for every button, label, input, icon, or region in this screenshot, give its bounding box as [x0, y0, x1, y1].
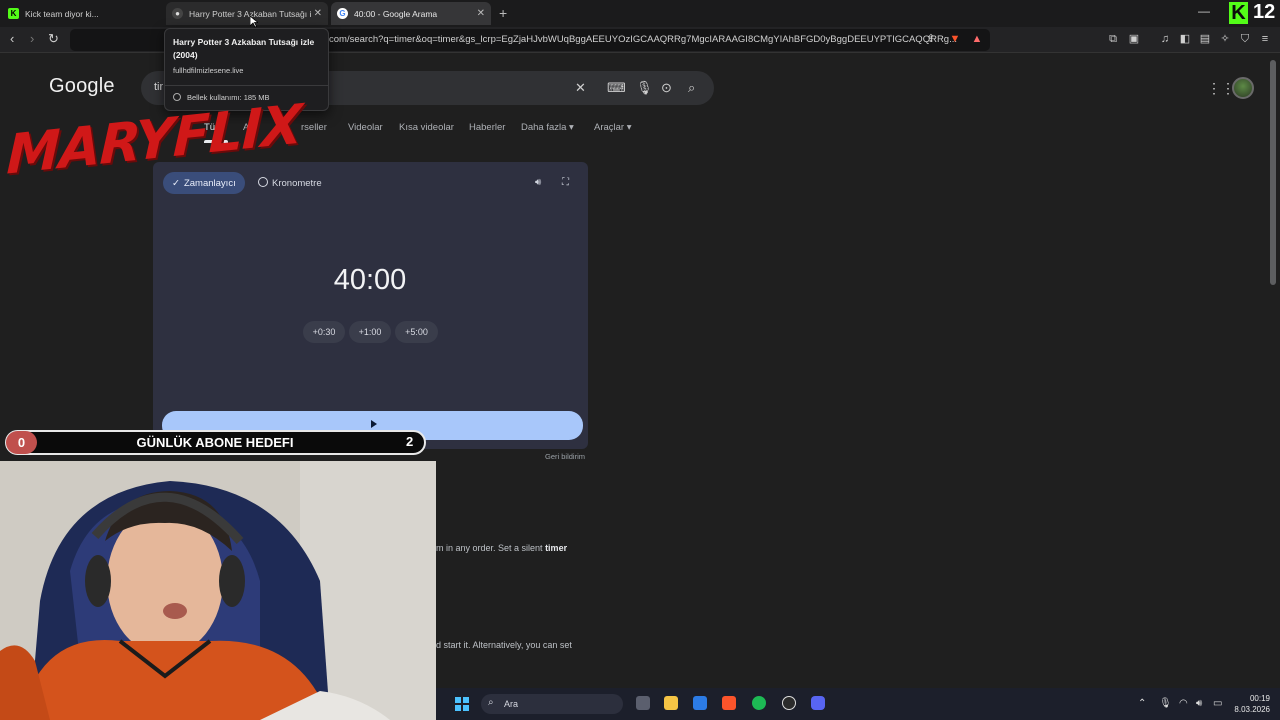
url-text: com/search?q=timer&oq=timer&gs_lcrp=EgZj…: [329, 34, 958, 45]
clock-date: 8.03.2026: [1234, 705, 1270, 714]
tab-google-search[interactable]: G 40:00 - Google Arama ✕: [331, 2, 491, 25]
tab-harry-potter[interactable]: ● Harry Potter 3 Azkaban Tutsağı i ✕: [166, 2, 328, 25]
clock-time: 00:19: [1249, 694, 1270, 703]
battery-icon[interactable]: ▭: [1213, 698, 1222, 709]
avatar[interactable]: [1232, 77, 1254, 99]
goal-label: GÜNLÜK ABONE HEDEFI: [136, 435, 294, 450]
back-icon[interactable]: ‹: [10, 31, 14, 46]
new-tab-button[interactable]: +: [499, 5, 507, 21]
add-5m-button[interactable]: +5:00: [395, 321, 438, 343]
stopwatch-mode-button[interactable]: Kronometre: [258, 177, 322, 189]
forward-icon[interactable]: ›: [30, 31, 34, 46]
task-view-icon[interactable]: [636, 696, 650, 710]
tab-kick[interactable]: K Kick team diyor ki...: [2, 2, 165, 25]
check-icon: ✓: [172, 177, 180, 189]
music-icon[interactable]: ♫: [1159, 33, 1171, 45]
tab-more-label: Daha fazla: [521, 122, 567, 133]
microphone-tray-icon[interactable]: 🎙︎: [1159, 698, 1172, 709]
clock-icon: [258, 177, 268, 187]
hover-card-host: fullhdfilmizlesene.live: [173, 66, 244, 75]
fullscreen-icon[interactable]: ⛶: [562, 177, 569, 188]
reload-icon[interactable]: ↻: [48, 31, 59, 47]
snippet-bold: timer: [545, 543, 568, 553]
search-icon[interactable]: ⌕: [688, 80, 695, 96]
film-favicon-icon: ●: [172, 8, 183, 19]
play-icon: [371, 420, 377, 428]
memory-icon: [173, 93, 181, 101]
result-snippet: m in any order. Set a silent timer: [436, 543, 567, 553]
minimize-icon[interactable]: —: [1198, 4, 1210, 18]
search-query: tir: [154, 81, 164, 93]
kick-favicon-icon: K: [8, 8, 19, 19]
streamer-video-frame: [0, 461, 436, 720]
tab-tools[interactable]: Araçlar ▾: [594, 122, 632, 133]
stopwatch-mode-label: Kronometre: [272, 178, 322, 189]
vpn-icon[interactable]: ⛉: [1239, 33, 1251, 45]
wifi-icon[interactable]: ◠: [1179, 698, 1188, 709]
goal-target: 2: [406, 434, 414, 449]
leo-ai-icon[interactable]: ✧: [1219, 33, 1231, 45]
menu-icon[interactable]: ≡: [1259, 33, 1271, 45]
google-logo[interactable]: Google: [49, 75, 115, 98]
outlook-icon[interactable]: [693, 696, 707, 710]
brave-shields-icon[interactable]: ▼: [949, 33, 961, 45]
kick-logo-icon: K: [1229, 2, 1248, 24]
add-1m-button[interactable]: +1:00: [349, 321, 391, 343]
screenshot-icon[interactable]: ▣: [1128, 33, 1140, 45]
volume-tray-icon[interactable]: 🔊︎: [1196, 698, 1202, 709]
close-tab-icon[interactable]: ✕: [477, 8, 485, 19]
taskbar-search-label: Ara: [504, 699, 519, 709]
tab-title: 40:00 - Google Arama: [354, 8, 438, 19]
divider: [165, 85, 328, 86]
taskbar-clock[interactable]: 00:19 8.03.2026: [1224, 693, 1270, 715]
lens-icon[interactable]: ⊙: [661, 80, 672, 96]
tab-images[interactable]: rseller: [301, 122, 327, 133]
sidebar-icon[interactable]: ◧: [1179, 33, 1191, 45]
timer-widget: [153, 162, 588, 449]
timer-display[interactable]: 40:00: [300, 264, 440, 297]
clear-icon[interactable]: ✕: [575, 80, 586, 96]
snippet-text: m in any order. Set a silent: [436, 543, 546, 553]
discord-icon[interactable]: [811, 696, 825, 710]
search-icon: ⌕: [488, 697, 494, 708]
webcam-feed: [0, 461, 436, 720]
keyboard-icon[interactable]: ⌨: [607, 80, 626, 96]
wallet-icon[interactable]: ▤: [1199, 33, 1211, 45]
tab-title: Kick team diyor ki...: [25, 8, 99, 19]
extensions-icon[interactable]: ⧉: [1107, 33, 1119, 45]
timer-mode-label: Zamanlayıcı: [183, 177, 236, 189]
file-explorer-icon[interactable]: [664, 696, 678, 710]
goal-current: 0: [6, 431, 37, 454]
page-scrollbar[interactable]: [1270, 60, 1276, 285]
tab-news[interactable]: Haberler: [469, 122, 505, 133]
windows-start-icon[interactable]: [455, 697, 469, 711]
tab-short-videos[interactable]: Kısa videolar: [399, 122, 454, 133]
taskbar-search[interactable]: ⌕ Ara: [481, 694, 623, 714]
volume-icon[interactable]: 🔊︎: [535, 177, 541, 188]
tab-more[interactable]: Daha fazla ▾: [521, 122, 574, 133]
show-hidden-icons[interactable]: ⌃: [1138, 698, 1146, 709]
google-apps-icon[interactable]: ⋮⋮: [1207, 80, 1235, 97]
google-favicon-icon: G: [337, 8, 348, 19]
hover-card-title: Harry Potter 3 Azkaban Tutsağı izle (200…: [173, 37, 315, 60]
tab-tools-label: Araçlar: [594, 122, 625, 133]
share-icon[interactable]: ⇪: [925, 33, 937, 45]
microphone-icon[interactable]: 🎙: [636, 80, 653, 96]
obs-icon[interactable]: [782, 696, 796, 710]
brave-rewards-icon[interactable]: ▲: [971, 33, 983, 45]
result-snippet-2: d start it. Alternatively, you can set: [436, 640, 572, 650]
spotify-icon[interactable]: [752, 696, 766, 710]
feedback-link[interactable]: Geri bildirim: [545, 452, 585, 461]
kick-viewer-count: 12: [1253, 1, 1276, 23]
timer-mode-button[interactable]: ✓ Zamanlayıcı: [163, 172, 245, 194]
mouse-cursor-icon: [250, 16, 258, 28]
tab-videos[interactable]: Videolar: [348, 122, 383, 133]
close-tab-icon[interactable]: ✕: [314, 8, 322, 19]
add-30s-button[interactable]: +0:30: [303, 321, 345, 343]
brave-icon[interactable]: [722, 696, 736, 710]
